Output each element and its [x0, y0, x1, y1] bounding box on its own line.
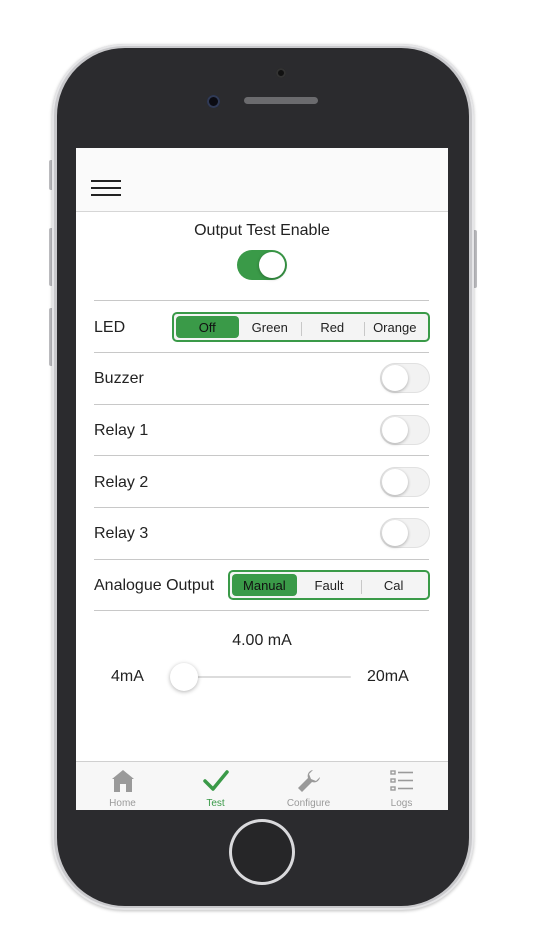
- led-option-off[interactable]: Off: [176, 316, 239, 338]
- toggle-knob: [259, 252, 285, 278]
- buzzer-toggle[interactable]: [380, 363, 430, 393]
- toggle-knob: [382, 520, 408, 546]
- tab-logs-label: Logs: [390, 798, 413, 809]
- led-option-red[interactable]: Red: [301, 316, 364, 338]
- tab-home[interactable]: Home: [76, 762, 169, 810]
- analogue-option-manual[interactable]: Manual: [232, 574, 297, 596]
- navigation-bar: [76, 148, 448, 212]
- relay-2-toggle[interactable]: [380, 467, 430, 497]
- home-button[interactable]: [229, 819, 295, 885]
- divider: [94, 610, 429, 611]
- tab-logs[interactable]: Logs: [355, 762, 448, 810]
- divider: [94, 300, 429, 301]
- relay-2-label: Relay 2: [94, 474, 149, 491]
- relay-3-label: Relay 3: [94, 525, 149, 542]
- earpiece-speaker: [244, 97, 318, 104]
- output-test-enable-toggle[interactable]: [237, 250, 287, 280]
- wrench-icon: [298, 770, 320, 792]
- toggle-knob: [382, 365, 408, 391]
- slider-thumb[interactable]: [170, 663, 198, 691]
- slider-max-label: 20mA: [367, 668, 409, 685]
- analogue-output-label: Analogue Output: [94, 577, 215, 594]
- led-option-green[interactable]: Green: [239, 316, 302, 338]
- front-camera: [207, 95, 220, 108]
- divider: [94, 352, 429, 353]
- tab-configure[interactable]: Configure: [262, 762, 355, 810]
- analogue-output-segmented-control: Manual Fault Cal: [228, 570, 430, 600]
- divider: [94, 455, 429, 456]
- checkmark-icon: [203, 770, 229, 791]
- output-test-enable-label: Output Test Enable: [194, 222, 330, 239]
- tab-test[interactable]: Test: [169, 762, 262, 810]
- home-icon: [112, 770, 134, 792]
- tab-test-label: Test: [206, 798, 225, 809]
- relay-1-toggle[interactable]: [380, 415, 430, 445]
- led-option-orange[interactable]: Orange: [363, 316, 427, 338]
- analogue-option-fault[interactable]: Fault: [297, 574, 362, 596]
- buzzer-label: Buzzer: [94, 370, 144, 387]
- led-segmented-control: Off Green Red Orange: [172, 312, 430, 342]
- slider-track[interactable]: [184, 676, 351, 678]
- analogue-option-cal[interactable]: Cal: [361, 574, 426, 596]
- rear-camera: [276, 68, 286, 78]
- tab-home-label: Home: [109, 798, 136, 809]
- toggle-knob: [382, 417, 408, 443]
- analogue-value-readout: 4.00 mA: [232, 632, 292, 649]
- hamburger-menu-icon[interactable]: [91, 180, 121, 198]
- toggle-knob: [382, 469, 408, 495]
- slider-min-label: 4mA: [111, 668, 144, 685]
- divider: [94, 404, 429, 405]
- relay-1-label: Relay 1: [94, 422, 149, 439]
- relay-3-toggle[interactable]: [380, 518, 430, 548]
- led-label: LED: [94, 319, 126, 336]
- app-screen: Output Test Enable LED Off Green Red Ora…: [76, 148, 448, 810]
- list-icon: [390, 770, 413, 791]
- divider: [94, 559, 429, 560]
- divider: [94, 507, 429, 508]
- tab-bar: Home Test Configure Logs: [76, 761, 448, 810]
- tab-configure-label: Configure: [286, 798, 331, 809]
